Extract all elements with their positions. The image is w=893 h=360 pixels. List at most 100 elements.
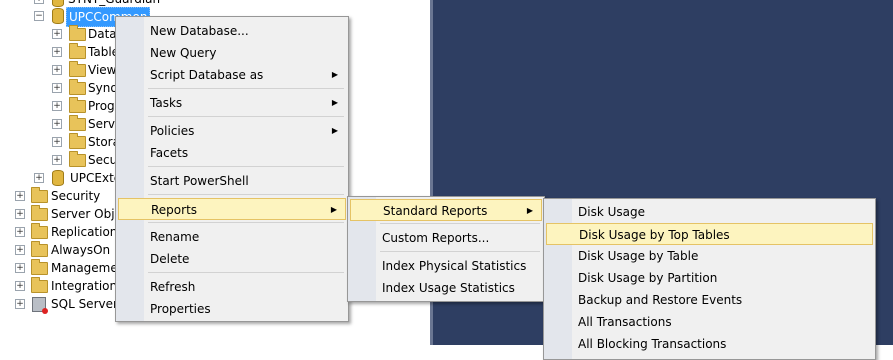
folder-icon [69, 97, 86, 113]
menu-item-label: All Blocking Transactions [578, 337, 727, 351]
menu-item-label: Reports [151, 203, 198, 217]
menu-item-disk-usage[interactable]: Disk Usage [546, 201, 873, 223]
expand-icon[interactable]: + [52, 155, 62, 165]
menu-item-start-powershell[interactable]: Start PowerShell [118, 170, 346, 192]
expand-icon[interactable]: + [15, 263, 25, 273]
menu-item-label: Delete [150, 252, 190, 266]
menu-item-label: Index Usage Statistics [382, 281, 515, 295]
menu-item-refresh[interactable]: Refresh [118, 276, 346, 298]
menu-item-new-database[interactable]: New Database... [118, 20, 346, 42]
database-icon [52, 170, 64, 186]
sql-agent-icon [32, 297, 48, 314]
expand-icon[interactable]: + [15, 281, 25, 291]
menu-item-label: New Database... [150, 24, 249, 38]
menu-separator [148, 166, 344, 167]
submenu-arrow-icon: ▶ [331, 70, 338, 79]
context-menu: New Database... New Query Script Databas… [115, 16, 349, 322]
folder-icon [31, 187, 48, 203]
menu-item-label: Disk Usage by Top Tables [579, 228, 730, 242]
menu-separator [380, 251, 540, 252]
menu-item-index-physical-statistics[interactable]: Index Physical Statistics [350, 255, 542, 277]
expand-icon[interactable]: + [15, 209, 25, 219]
folder-icon [31, 205, 48, 221]
tree-node-label: Secu [88, 153, 118, 167]
expand-icon[interactable]: + [52, 65, 62, 75]
folder-icon [69, 43, 86, 59]
expand-icon[interactable]: + [34, 173, 44, 183]
menu-item-label: Start PowerShell [150, 174, 249, 188]
folder-icon [69, 61, 86, 77]
expand-icon[interactable]: + [52, 101, 62, 111]
menu-item-label: New Query [150, 46, 217, 60]
menu-item-label: Disk Usage by Table [578, 249, 699, 263]
menu-item-tasks[interactable]: Tasks ▶ [118, 92, 346, 114]
tree-node-label: Data [88, 27, 117, 41]
menu-item-label: Rename [150, 230, 200, 244]
menu-item-custom-reports[interactable]: Custom Reports... [350, 227, 542, 249]
menu-item-all-blocking-transactions[interactable]: All Blocking Transactions [546, 333, 873, 355]
folder-icon [31, 241, 48, 257]
submenu-arrow-icon: ▶ [330, 205, 337, 214]
menu-item-label: Facets [150, 146, 189, 160]
menu-item-disk-usage-by-partition[interactable]: Disk Usage by Partition [546, 267, 873, 289]
menu-item-label: Disk Usage by Partition [578, 271, 718, 285]
menu-item-label: All Transactions [578, 315, 672, 329]
expand-icon[interactable]: + [52, 47, 62, 57]
menu-item-rename[interactable]: Rename [118, 226, 346, 248]
menu-item-standard-reports[interactable]: Standard Reports ▶ [350, 199, 542, 221]
expand-icon[interactable]: + [34, 0, 44, 4]
expand-icon[interactable]: + [15, 245, 25, 255]
folder-icon [31, 277, 48, 293]
menu-item-label: Standard Reports [383, 204, 488, 218]
folder-icon [31, 223, 48, 239]
expand-icon[interactable]: + [15, 191, 25, 201]
expand-icon[interactable]: + [52, 29, 62, 39]
menu-item-all-transactions[interactable]: All Transactions [546, 311, 873, 333]
menu-item-label: Properties [150, 302, 211, 316]
folder-icon [69, 115, 86, 131]
database-icon [52, 8, 64, 24]
tree-node-label: Replication [51, 225, 118, 239]
menu-item-facets[interactable]: Facets [118, 142, 346, 164]
menu-item-label: Script Database as [150, 68, 264, 82]
menu-item-label: Refresh [150, 280, 196, 294]
menu-item-label: Custom Reports... [382, 231, 490, 245]
submenu-arrow-icon: ▶ [331, 98, 338, 107]
expand-icon[interactable]: + [52, 83, 62, 93]
menu-item-policies[interactable]: Policies ▶ [118, 120, 346, 142]
submenu-arrow-icon: ▶ [526, 206, 533, 215]
menu-item-reports[interactable]: Reports ▶ [118, 198, 346, 220]
tree-node-label: AlwaysOn H [51, 243, 123, 257]
menu-item-new-query[interactable]: New Query [118, 42, 346, 64]
menu-separator [148, 88, 344, 89]
expand-icon[interactable]: + [52, 119, 62, 129]
menu-item-label: Index Physical Statistics [382, 259, 527, 273]
database-icon [52, 0, 64, 7]
menu-item-properties[interactable]: Properties [118, 298, 346, 320]
menu-item-label: Backup and Restore Events [578, 293, 743, 307]
menu-separator [380, 223, 540, 224]
menu-item-script-database-as[interactable]: Script Database as ▶ [118, 64, 346, 86]
folder-icon [69, 25, 86, 41]
menu-item-disk-usage-by-table[interactable]: Disk Usage by Table [546, 245, 873, 267]
collapse-icon[interactable]: − [34, 11, 44, 21]
submenu-arrow-icon: ▶ [331, 126, 338, 135]
menu-item-index-usage-statistics[interactable]: Index Usage Statistics [350, 277, 542, 299]
expand-icon[interactable]: + [15, 227, 25, 237]
menu-item-disk-usage-by-top-tables[interactable]: Disk Usage by Top Tables [546, 223, 873, 245]
tree-node-label: UPCExte [70, 171, 122, 185]
menu-item-backup-and-restore-events[interactable]: Backup and Restore Events [546, 289, 873, 311]
tree-node-label: Prog [88, 99, 115, 113]
menu-separator [148, 272, 344, 273]
tree-node-label: Syno [88, 81, 118, 95]
menu-item-delete[interactable]: Delete [118, 248, 346, 270]
menu-separator [148, 116, 344, 117]
tree-node-label: Servi [88, 117, 119, 131]
folder-icon [69, 151, 86, 167]
expand-icon[interactable]: + [52, 137, 62, 147]
folder-icon [31, 259, 48, 275]
menu-separator [148, 194, 344, 195]
menu-item-label: Policies [150, 124, 195, 138]
expand-icon[interactable]: + [15, 299, 25, 309]
folder-icon [69, 79, 86, 95]
